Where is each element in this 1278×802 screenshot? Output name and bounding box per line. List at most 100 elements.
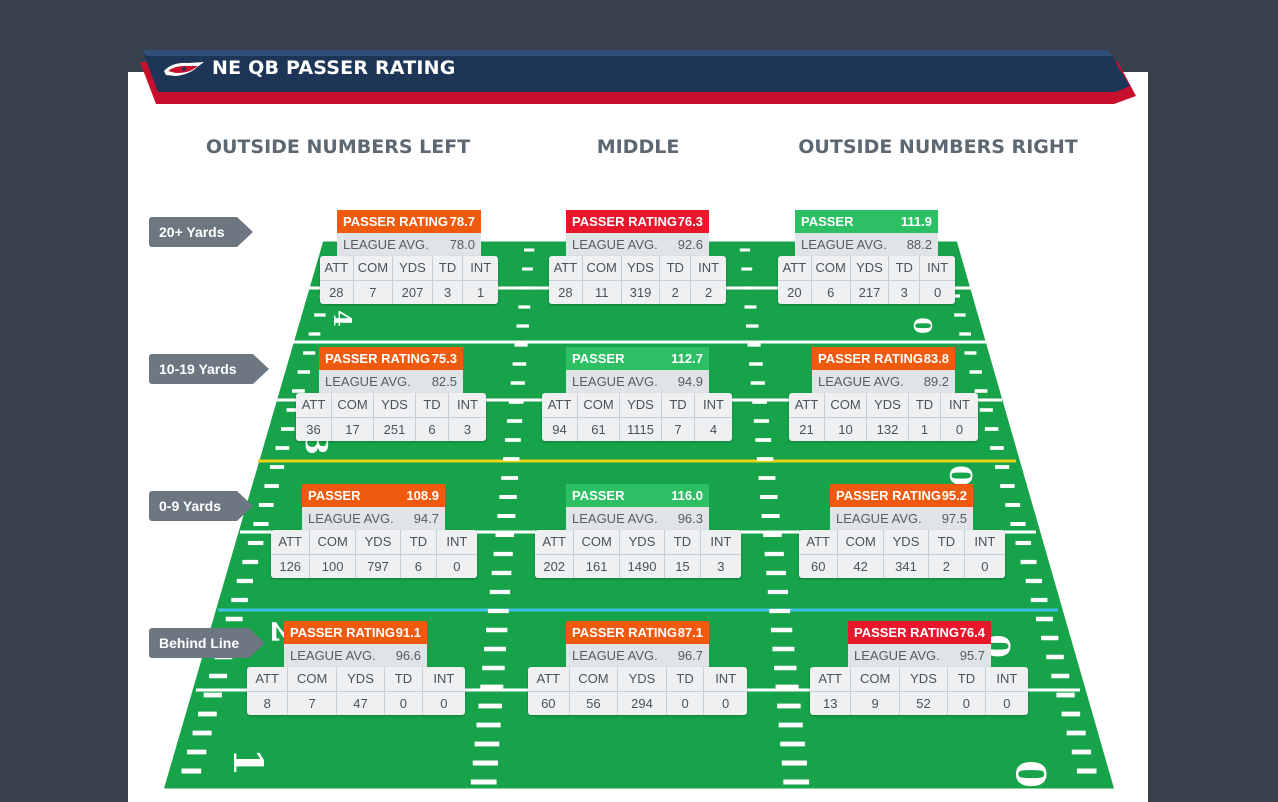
- league-avg-bar: LEAGUE AVG. 97.5: [830, 507, 973, 530]
- league-avg-value: 82.5: [431, 374, 457, 389]
- passer-rating-bar: PASSER RATING 116.0: [566, 484, 709, 526]
- stat-value-yds: 294: [631, 696, 653, 711]
- stat-value-att: 36: [306, 422, 321, 437]
- stat-header-com: COM: [582, 256, 621, 281]
- stat-value-td: 0: [681, 696, 689, 711]
- stat-column-int: INT 3: [449, 393, 486, 441]
- stat-column-td: TD 0: [666, 667, 705, 715]
- stat-column-att: ATT 36: [296, 393, 332, 441]
- passer-rating-bar: PASSER RATING 95.2: [830, 484, 973, 507]
- stat-value-yds: 217: [858, 285, 881, 300]
- stat-header-yds: YDS: [867, 393, 908, 418]
- stat-table: ATT 202 COM 161 YDS 1490 TD 15 INT 3: [535, 530, 742, 578]
- league-avg-label: LEAGUE AVG.: [818, 374, 904, 389]
- stat-value-com: 42: [853, 559, 868, 574]
- league-avg-value: 96.3: [677, 511, 703, 526]
- stat-value-td: 6: [428, 422, 436, 437]
- stat-header-yds: YDS: [899, 667, 948, 692]
- stat-column-yds: YDS 319: [621, 256, 661, 304]
- stat-header-com: COM: [578, 393, 619, 418]
- stat-value-att: 126: [279, 559, 302, 574]
- stat-value-com: 7: [308, 696, 316, 711]
- stat-value-td: 0: [399, 696, 408, 711]
- zone-0-9-right: PASSER RATING 95.2 LEAGUE AVG. 97.5 ATT 60 COM…: [799, 484, 1006, 578]
- stat-column-com: COM 100: [310, 530, 356, 578]
- stat-value-int: 1: [477, 285, 485, 300]
- stat-column-td: TD 15: [665, 530, 701, 578]
- stat-header-com: COM: [353, 256, 393, 281]
- row-label-behind-line: Behind Line: [149, 628, 265, 658]
- stat-header-com: COM: [851, 667, 899, 692]
- zone-10-19-right: PASSER RATING 83.8 LEAGUE AVG. 89.2 ATT 21 COM…: [789, 347, 978, 441]
- stat-table: ATT 20 COM 6 YDS 217 TD 3 INT 0: [778, 256, 955, 304]
- stat-column-yds: YDS 207: [393, 256, 433, 304]
- stat-table: ATT 60 COM 42 YDS 341 TD 2 INT 0: [799, 530, 1006, 578]
- stat-value-yds: 1115: [627, 422, 654, 437]
- league-avg-value: 78.0: [449, 237, 475, 252]
- stat-header-yds: YDS: [883, 530, 929, 555]
- stat-header-att: ATT: [810, 667, 851, 692]
- league-avg-value: 89.2: [923, 374, 949, 389]
- stat-header-com: COM: [825, 393, 866, 418]
- stat-column-com: COM 11: [582, 256, 622, 304]
- league-avg-bar: LEAGUE AVG. 94.7: [302, 507, 445, 530]
- stat-column-int: INT 1: [463, 256, 498, 304]
- stat-value-att: 20: [787, 285, 802, 300]
- passer-rating-bar: PASSER RATING 112.7: [566, 347, 709, 389]
- stat-column-int: INT 0: [422, 667, 466, 715]
- league-avg-bar: LEAGUE AVG. 96.3: [566, 507, 709, 530]
- stat-header-int: INT: [704, 667, 747, 692]
- league-avg-label: LEAGUE AVG.: [343, 237, 429, 252]
- stat-value-att: 94: [552, 422, 567, 437]
- stat-column-td: TD 3: [432, 256, 464, 304]
- stat-table: ATT 60 COM 56 YDS 294 TD 0 INT 0: [528, 667, 747, 715]
- stat-column-int: INT 2: [691, 256, 726, 304]
- stat-table: ATT 13 COM 9 YDS 52 TD 0 INT 0: [810, 667, 1029, 715]
- stat-value-com: 100: [321, 559, 344, 574]
- stat-value-td: 2: [942, 559, 951, 574]
- stat-value-com: 161: [585, 559, 608, 574]
- passer-rating-bar: PASSER RATING 91.1: [284, 621, 427, 644]
- passer-rating-value: 91.1: [395, 625, 421, 640]
- zone-behind-line-right: PASSER RATING 76.4 LEAGUE AVG. 95.7 ATT 13 COM…: [810, 621, 1029, 715]
- stat-column-int: INT 0: [920, 256, 955, 304]
- stat-header-td: TD: [416, 393, 448, 418]
- row-label-10-19: 10-19 Yards: [149, 354, 269, 384]
- passer-rating-label: PASSER RATING: [325, 351, 430, 366]
- stat-column-att: ATT 21: [789, 393, 825, 441]
- league-avg-bar: LEAGUE AVG. 88.2: [795, 233, 938, 256]
- stat-header-com: COM: [569, 667, 618, 692]
- stat-column-att: ATT 13: [810, 667, 852, 715]
- stat-header-int: INT: [695, 393, 732, 418]
- stat-value-att: 28: [329, 285, 344, 300]
- stat-column-att: ATT 20: [778, 256, 812, 304]
- stat-header-int: INT: [941, 393, 978, 418]
- stat-column-com: COM 42: [838, 530, 884, 578]
- passer-rating-label: PASSER RATING: [572, 214, 677, 229]
- league-avg-value: 96.7: [677, 648, 703, 663]
- stat-column-td: TD 6: [416, 393, 449, 441]
- stat-header-yds: YDS: [618, 667, 666, 692]
- stat-header-com: COM: [310, 530, 355, 555]
- stat-header-td: TD: [948, 667, 985, 692]
- stat-value-yds: 319: [629, 285, 652, 300]
- league-avg-value: 94.9: [677, 374, 703, 389]
- league-avg-value: 94.7: [413, 511, 439, 526]
- passer-rating-bar: PASSER RATING 75.3: [319, 347, 463, 370]
- stat-column-att: ATT 60: [528, 667, 570, 715]
- stat-column-yds: YDS 1115: [620, 393, 662, 441]
- stat-column-yds: YDS 251: [374, 393, 416, 441]
- stat-header-yds: YDS: [355, 530, 401, 555]
- stat-value-td: 3: [900, 285, 908, 300]
- row-label-20-plus: 20+ Yards: [149, 217, 253, 247]
- stat-value-td: 7: [674, 422, 682, 437]
- stat-header-int: INT: [964, 530, 1006, 555]
- league-avg-value: 88.2: [906, 237, 932, 252]
- stat-value-att: 60: [541, 696, 556, 711]
- stat-header-td: TD: [662, 393, 694, 418]
- stat-value-int: 0: [1003, 696, 1011, 711]
- stat-header-yds: YDS: [620, 393, 661, 418]
- stat-column-att: ATT 202: [535, 530, 575, 578]
- stat-table: ATT 21 COM 10 YDS 132 TD 1 INT 0: [789, 393, 978, 441]
- stat-value-yds: 132: [876, 422, 899, 437]
